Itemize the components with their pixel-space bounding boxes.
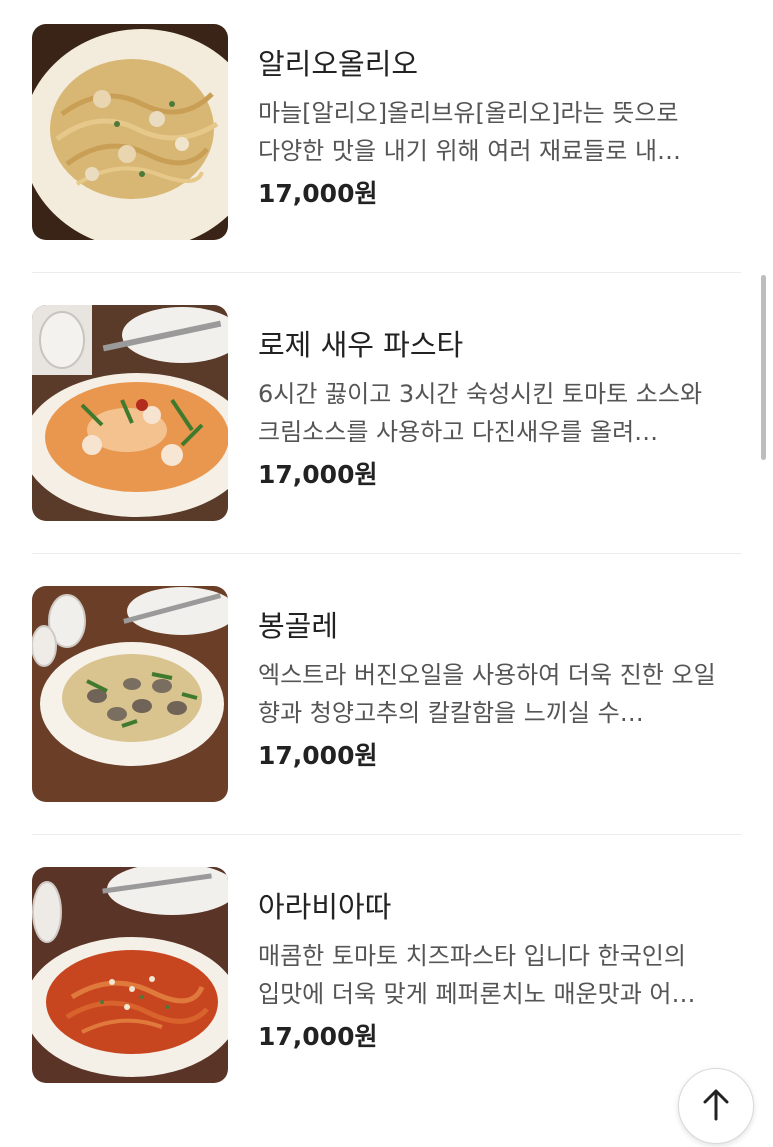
divider (32, 272, 741, 273)
menu-item-price: 17,000원 (258, 179, 378, 208)
menu-item-name: 로제 새우 파스타 (258, 328, 464, 362)
menu-item-info: 알리오올리오 마늘[알리오]올리브유[올리오]라는 뜻으로 다양한 맛을 내기 … (258, 46, 743, 211)
menu-item-description: 6시간 끓이고 3시간 숙성시킨 토마토 소스와 크림소스를 사용하고 다진새우… (258, 380, 703, 446)
menu-item[interactable]: 알리오올리오 마늘[알리오]올리브유[올리오]라는 뜻으로 다양한 맛을 내기 … (0, 24, 773, 304)
menu-item-description: 엑스트라 버진오일을 사용하여 더욱 진한 오일 향과 청양고추의 칼칼함을 느… (258, 661, 716, 727)
menu-item[interactable]: 아라비아따 매콤한 토마토 치즈파스타 입니다 한국인의 입맛에 더욱 맞게 페… (0, 867, 773, 1147)
menu-item-name: 아라비아따 (258, 890, 392, 924)
arrabbiata-pasta-image (32, 867, 228, 1083)
pasta-aglio-olio-image (32, 24, 228, 240)
menu-item-name: 알리오올리오 (258, 47, 419, 81)
arrow-up-icon (703, 1089, 729, 1121)
menu-item-price: 17,000원 (258, 460, 378, 489)
menu-item-info: 봉골레 엑스트라 버진오일을 사용하여 더욱 진한 오일 향과 청양고추의 칼칼… (258, 608, 743, 773)
menu-item-price: 17,000원 (258, 1022, 378, 1051)
divider (32, 553, 741, 554)
menu-item-description: 마늘[알리오]올리브유[올리오]라는 뜻으로 다양한 맛을 내기 위해 여러 재… (258, 99, 682, 165)
scrollbar[interactable] (761, 275, 766, 460)
rose-shrimp-pasta-image (32, 305, 228, 521)
menu-item[interactable]: 봉골레 엑스트라 버진오일을 사용하여 더욱 진한 오일 향과 청양고추의 칼칼… (0, 586, 773, 866)
vongole-pasta-image (32, 586, 228, 802)
menu-item-name: 봉골레 (258, 609, 339, 643)
menu-item-info: 아라비아따 매콤한 토마토 치즈파스타 입니다 한국인의 입맛에 더욱 맞게 페… (258, 889, 743, 1054)
menu-item-info: 로제 새우 파스타 6시간 끓이고 3시간 숙성시킨 토마토 소스와 크림소스를… (258, 327, 743, 492)
divider (32, 834, 741, 835)
scroll-to-top-button[interactable] (678, 1068, 754, 1144)
menu-item[interactable]: 로제 새우 파스타 6시간 끓이고 3시간 숙성시킨 토마토 소스와 크림소스를… (0, 305, 773, 585)
menu-item-price: 17,000원 (258, 741, 378, 770)
menu-item-description: 매콤한 토마토 치즈파스타 입니다 한국인의 입맛에 더욱 맞게 페퍼론치노 매… (258, 942, 696, 1008)
